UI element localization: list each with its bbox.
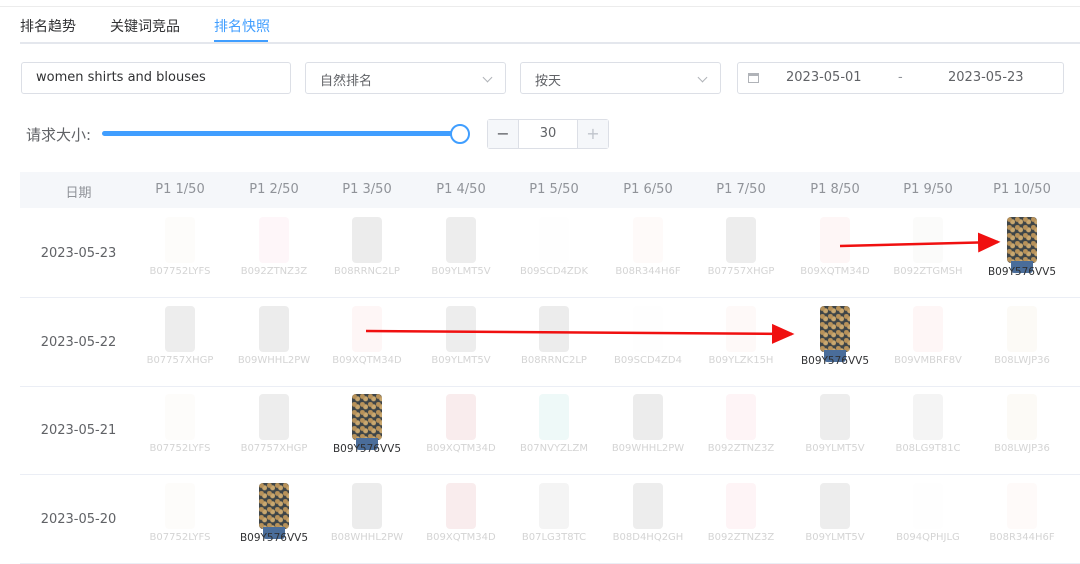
arrow-row-1 [839,232,1001,253]
arrow-row-2 [365,323,795,344]
rank-change-arrows [365,232,1001,344]
